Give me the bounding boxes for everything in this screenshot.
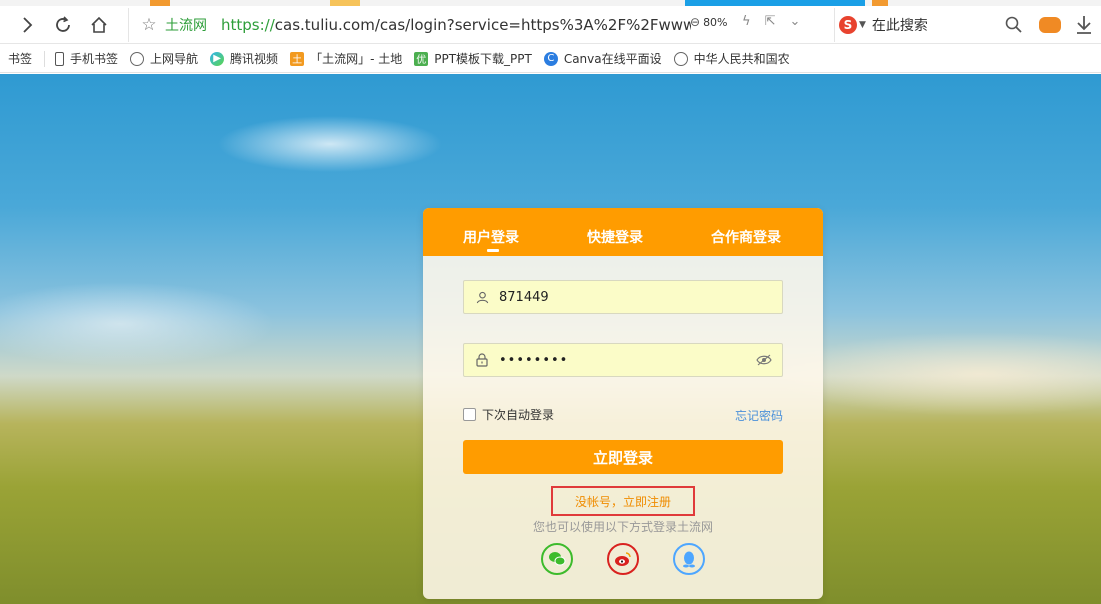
search-input[interactable]: 在此搜索	[872, 15, 1004, 35]
bookmarks-menu[interactable]: 书签	[8, 50, 32, 67]
bookmark-item[interactable]: 手机书签	[55, 50, 118, 67]
lock-icon	[475, 353, 489, 367]
chevron-down-icon[interactable]: ⌄	[789, 14, 800, 29]
qq-icon	[683, 551, 695, 568]
bookmark-item[interactable]: C Canva在线平面设	[543, 50, 662, 67]
bookmark-label: 腾讯视频	[230, 52, 279, 66]
wechat-login-button[interactable]	[541, 543, 573, 575]
home-icon	[91, 16, 107, 33]
url-text[interactable]: https://cas.tuliu.com/cas/login?service=…	[221, 16, 691, 34]
bookmark-item[interactable]: 优 PPT模板下载_PPT	[414, 50, 532, 67]
login-button[interactable]: 立即登录	[463, 440, 783, 474]
address-bar-actions: ϟ ⇱ ⌄	[742, 14, 800, 29]
tab-partner-login[interactable]: 合作商登录	[711, 227, 781, 247]
tuliu-icon: 土	[290, 51, 305, 66]
browser-toolbar: ☆ 土流网 https://cas.tuliu.com/cas/login?se…	[0, 6, 1101, 44]
bookmarks-label: 书签	[8, 52, 33, 66]
password-input[interactable]: ••••••••	[499, 353, 756, 368]
bookmark-label: Canva在线平面设	[563, 52, 662, 66]
search-engine-dropdown-icon[interactable]: ▼	[859, 20, 866, 30]
weibo-icon	[615, 552, 631, 566]
bookmark-item[interactable]: 中华人民共和国农	[673, 50, 790, 67]
weibo-login-button[interactable]	[607, 543, 639, 575]
remember-me[interactable]: 下次自动登录	[463, 406, 554, 423]
bookmark-star-icon[interactable]: ☆	[135, 15, 163, 35]
zoom-indicator[interactable]: ⊖ 80%	[690, 15, 728, 29]
url-path: cas.tuliu.com/cas/login?service=https%3A…	[274, 16, 691, 34]
phone-icon	[55, 51, 65, 66]
active-tab-underline	[487, 249, 499, 252]
username-field[interactable]: 871449	[463, 280, 783, 314]
search-engine-logo-icon[interactable]: S	[839, 16, 857, 34]
reload-icon	[56, 15, 70, 32]
lightning-icon[interactable]: ϟ	[742, 14, 751, 29]
site-name-label: 土流网	[165, 18, 207, 34]
password-field[interactable]: ••••••••	[463, 343, 783, 377]
download-icon[interactable]	[1074, 14, 1094, 36]
login-tabs: 用户登录 快捷登录 合作商登录	[423, 208, 823, 256]
bookmark-label: 中华人民共和国农	[693, 52, 790, 66]
game-icon[interactable]	[1039, 17, 1061, 33]
zoom-icon: ⊖	[690, 15, 701, 29]
bookmark-label: 手机书签	[70, 52, 119, 66]
qq-login-button[interactable]	[673, 543, 705, 575]
alt-login-text: 您也可以使用以下方式登录土流网	[532, 520, 713, 534]
show-password-icon[interactable]	[756, 354, 772, 366]
zoom-level: 80%	[703, 15, 728, 29]
canva-icon: C	[543, 51, 558, 66]
globe-icon	[130, 51, 145, 66]
bookmark-item[interactable]: ▶ 腾讯视频	[210, 50, 278, 67]
register-link-highlight[interactable]: 没帐号，立即注册	[551, 486, 695, 516]
forgot-password-link[interactable]: 忘记密码	[735, 407, 783, 424]
home-button[interactable]	[82, 8, 116, 42]
bookmark-label: PPT模板下载_PPT	[434, 52, 532, 66]
username-input[interactable]: 871449	[499, 290, 782, 305]
chevron-right-icon	[23, 16, 33, 33]
user-icon	[475, 290, 489, 304]
search-icon[interactable]	[1004, 15, 1024, 35]
tab-quick-login[interactable]: 快捷登录	[587, 227, 643, 247]
tab-user-login[interactable]: 用户登录	[463, 227, 519, 247]
reload-button[interactable]	[46, 8, 80, 42]
globe-icon	[673, 51, 688, 66]
divider	[44, 50, 46, 67]
bookmarks-bar: 书签 手机书签 上网导航 ▶ 腾讯视频 土 「土流网」- 土地 优 PPT模板下…	[0, 45, 1101, 73]
bookmark-item[interactable]: 土 「土流网」- 土地	[290, 50, 402, 67]
bookmark-label: 「土流网」- 土地	[310, 52, 403, 66]
bookmark-item[interactable]: 上网导航	[130, 50, 198, 67]
search-box[interactable]: S ▼ 在此搜索	[834, 8, 1030, 42]
share-icon[interactable]: ⇱	[765, 14, 776, 29]
url-protocol: https://	[221, 16, 275, 34]
remember-label: 下次自动登录	[482, 408, 555, 422]
wechat-icon	[549, 552, 566, 566]
bookmark-label: 上网导航	[150, 52, 199, 66]
forward-button[interactable]	[10, 8, 44, 42]
register-link[interactable]: 没帐号，立即注册	[575, 493, 671, 510]
youpin-icon: 优	[414, 51, 429, 66]
tencent-video-icon: ▶	[210, 51, 225, 66]
remember-checkbox[interactable]	[463, 408, 476, 421]
login-panel: 用户登录 快捷登录 合作商登录 871449 •••••••• 下次自动登录 忘…	[423, 208, 823, 599]
